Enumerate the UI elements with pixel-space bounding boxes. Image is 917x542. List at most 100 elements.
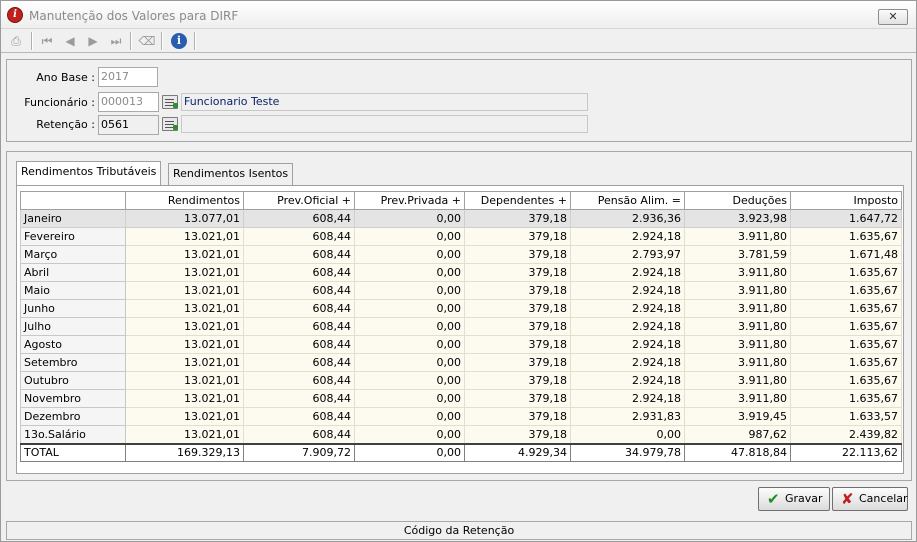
cell-dependentes[interactable]: 379,18 xyxy=(464,425,571,444)
cell-deducoes[interactable]: 3.911,80 xyxy=(684,353,791,372)
cell-prev-privada[interactable]: 0,00 xyxy=(354,227,465,246)
total-row[interactable]: TOTAL 169.329,13 7.909,72 0,00 4.929,34 34.97… xyxy=(20,442,902,462)
cell-prev-privada[interactable]: 0,00 xyxy=(354,299,465,318)
cell-prev-oficial[interactable]: 608,44 xyxy=(243,371,355,390)
funcionario-code-field[interactable]: 000013 xyxy=(98,92,159,112)
cell-prev-privada[interactable]: 0,00 xyxy=(354,425,465,444)
cell-pensao-alim[interactable]: 2.924,18 xyxy=(570,299,685,318)
cell-dependentes[interactable]: 379,18 xyxy=(464,245,571,264)
retencao-lookup-icon[interactable] xyxy=(162,117,178,131)
cell-prev-privada[interactable]: 0,00 xyxy=(354,389,465,408)
cell-prev-privada[interactable]: 0,00 xyxy=(354,209,465,228)
cell-deducoes[interactable]: 3.781,59 xyxy=(684,245,791,264)
cell-deducoes[interactable]: 3.911,80 xyxy=(684,281,791,300)
cell-imposto[interactable]: 1.635,67 xyxy=(790,227,902,246)
last-record-icon[interactable]: ⏭ xyxy=(107,32,125,50)
table-row[interactable]: Setembro 13.021,01 608,44 0,00 379,18 2.924,1… xyxy=(20,353,902,372)
cell-prev-privada[interactable]: 0,00 xyxy=(354,353,465,372)
cell-imposto[interactable]: 1.635,67 xyxy=(790,281,902,300)
cell-prev-privada[interactable]: 0,00 xyxy=(354,245,465,264)
cell-rendimentos[interactable]: 13.021,01 xyxy=(125,335,244,354)
table-row[interactable]: Agosto 13.021,01 608,44 0,00 379,18 2.924,18 3… xyxy=(20,335,902,354)
cell-rendimentos[interactable]: 13.021,01 xyxy=(125,281,244,300)
cell-deducoes[interactable]: 3.911,80 xyxy=(684,263,791,282)
table-row[interactable]: 13o.Salário 13.021,01 608,44 0,00 379,18 0,00… xyxy=(20,425,902,444)
cell-prev-oficial[interactable]: 608,44 xyxy=(243,407,355,426)
cell-prev-oficial[interactable]: 608,44 xyxy=(243,299,355,318)
cell-rendimentos[interactable]: 13.021,01 xyxy=(125,407,244,426)
cell-prev-oficial[interactable]: 608,44 xyxy=(243,263,355,282)
previous-record-icon[interactable]: ◀ xyxy=(61,32,79,50)
cell-dependentes[interactable]: 379,18 xyxy=(464,353,571,372)
cell-imposto[interactable]: 1.671,48 xyxy=(790,245,902,264)
cell-deducoes[interactable]: 3.923,98 xyxy=(684,209,791,228)
cell-dependentes[interactable]: 379,18 xyxy=(464,227,571,246)
cell-deducoes[interactable]: 3.919,45 xyxy=(684,407,791,426)
table-row[interactable]: Fevereiro 13.021,01 608,44 0,00 379,18 2.924,… xyxy=(20,227,902,246)
first-record-icon[interactable]: ⏮ xyxy=(38,32,56,50)
table-row[interactable]: Outubro 13.021,01 608,44 0,00 379,18 2.924,18… xyxy=(20,371,902,390)
retencao-code-field[interactable]: 0561 xyxy=(98,115,159,135)
cell-prev-privada[interactable]: 0,00 xyxy=(354,281,465,300)
cell-prev-oficial[interactable]: 608,44 xyxy=(243,335,355,354)
cancel-button[interactable]: ✘ Cancelar xyxy=(832,487,908,511)
cell-pensao-alim[interactable]: 0,00 xyxy=(570,425,685,444)
table-row[interactable]: Janeiro 13.077,01 608,44 0,00 379,18 2.936,36… xyxy=(20,209,902,228)
table-row[interactable]: Novembro 13.021,01 608,44 0,00 379,18 2.924,1… xyxy=(20,389,902,408)
cell-deducoes[interactable]: 3.911,80 xyxy=(684,299,791,318)
cell-pensao-alim[interactable]: 2.924,18 xyxy=(570,353,685,372)
cell-imposto[interactable]: 1.635,67 xyxy=(790,389,902,408)
cell-rendimentos[interactable]: 13.021,01 xyxy=(125,353,244,372)
cell-rendimentos[interactable]: 13.077,01 xyxy=(125,209,244,228)
cell-prev-privada[interactable]: 0,00 xyxy=(354,335,465,354)
cell-deducoes[interactable]: 3.911,80 xyxy=(684,389,791,408)
cell-prev-oficial[interactable]: 608,44 xyxy=(243,317,355,336)
cell-pensao-alim[interactable]: 2.924,18 xyxy=(570,371,685,390)
cell-dependentes[interactable]: 379,18 xyxy=(464,335,571,354)
cell-dependentes[interactable]: 379,18 xyxy=(464,263,571,282)
cell-rendimentos[interactable]: 13.021,01 xyxy=(125,263,244,282)
cell-imposto[interactable]: 2.439,82 xyxy=(790,425,902,444)
cell-prev-privada[interactable]: 0,00 xyxy=(354,371,465,390)
table-row[interactable]: Dezembro 13.021,01 608,44 0,00 379,18 2.931,8… xyxy=(20,407,902,426)
cell-dependentes[interactable]: 379,18 xyxy=(464,371,571,390)
cell-prev-privada[interactable]: 0,00 xyxy=(354,263,465,282)
cell-pensao-alim[interactable]: 2.931,83 xyxy=(570,407,685,426)
cell-rendimentos[interactable]: 13.021,01 xyxy=(125,425,244,444)
cell-deducoes[interactable]: 3.911,80 xyxy=(684,371,791,390)
cell-imposto[interactable]: 1.635,67 xyxy=(790,335,902,354)
cell-imposto[interactable]: 1.647,72 xyxy=(790,209,902,228)
ano-base-field[interactable]: 2017 xyxy=(98,67,158,87)
save-button[interactable]: ✔ Gravar xyxy=(758,487,830,511)
next-record-icon[interactable]: ▶ xyxy=(84,32,102,50)
cell-pensao-alim[interactable]: 2.924,18 xyxy=(570,335,685,354)
cell-dependentes[interactable]: 379,18 xyxy=(464,407,571,426)
table-row[interactable]: Junho 13.021,01 608,44 0,00 379,18 2.924,18 3.… xyxy=(20,299,902,318)
cell-prev-oficial[interactable]: 608,44 xyxy=(243,209,355,228)
cell-rendimentos[interactable]: 13.021,01 xyxy=(125,371,244,390)
tab-rendimentos-isentos[interactable]: Rendimentos Isentos xyxy=(168,163,294,185)
cell-imposto[interactable]: 1.635,67 xyxy=(790,353,902,372)
cell-prev-oficial[interactable]: 608,44 xyxy=(243,245,355,264)
cell-prev-oficial[interactable]: 608,44 xyxy=(243,389,355,408)
cell-dependentes[interactable]: 379,18 xyxy=(464,317,571,336)
info-icon[interactable]: i xyxy=(171,33,187,49)
printer-icon[interactable]: ⎙ xyxy=(7,32,25,50)
funcionario-lookup-icon[interactable] xyxy=(162,95,178,109)
cell-pensao-alim[interactable]: 2.924,18 xyxy=(570,389,685,408)
table-row[interactable]: Março 13.021,01 608,44 0,00 379,18 2.793,97 3.… xyxy=(20,245,902,264)
cell-rendimentos[interactable]: 13.021,01 xyxy=(125,227,244,246)
cell-prev-privada[interactable]: 0,00 xyxy=(354,407,465,426)
cell-dependentes[interactable]: 379,18 xyxy=(464,389,571,408)
cell-pensao-alim[interactable]: 2.793,97 xyxy=(570,245,685,264)
cell-prev-oficial[interactable]: 608,44 xyxy=(243,281,355,300)
cell-dependentes[interactable]: 379,18 xyxy=(464,299,571,318)
cell-imposto[interactable]: 1.635,67 xyxy=(790,371,902,390)
cell-prev-oficial[interactable]: 608,44 xyxy=(243,425,355,444)
cell-rendimentos[interactable]: 13.021,01 xyxy=(125,245,244,264)
cell-imposto[interactable]: 1.633,57 xyxy=(790,407,902,426)
cell-prev-oficial[interactable]: 608,44 xyxy=(243,227,355,246)
cell-deducoes[interactable]: 3.911,80 xyxy=(684,317,791,336)
cell-imposto[interactable]: 1.635,67 xyxy=(790,263,902,282)
cell-imposto[interactable]: 1.635,67 xyxy=(790,317,902,336)
